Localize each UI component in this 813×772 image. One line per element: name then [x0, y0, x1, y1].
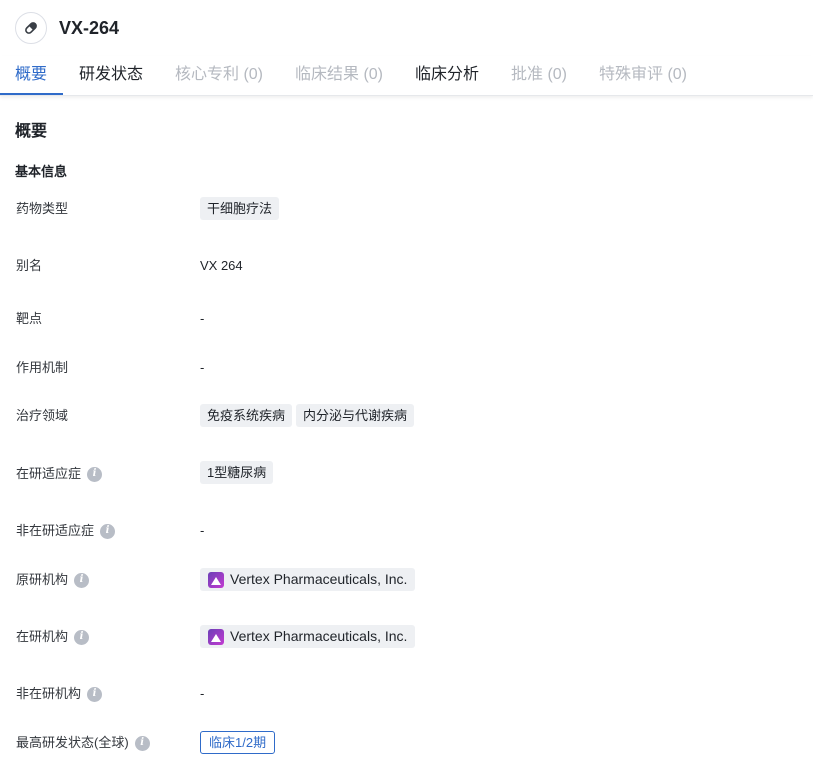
therapeutic-area-value: 免疫系统疾病 内分泌与代谢疾病: [200, 404, 418, 427]
therapeutic-area-label: 治疗领域: [16, 408, 69, 423]
tab-core-patents[interactable]: 核心专利 (0): [175, 65, 263, 85]
alias-value: VX 264: [200, 258, 243, 273]
active-org-value: Vertex Pharmaceuticals, Inc.: [200, 625, 416, 648]
drug-title: VX-264: [59, 18, 120, 38]
drug-header: VX-264: [0, 0, 813, 56]
target-value: -: [200, 311, 205, 326]
therapeutic-area-tag[interactable]: 免疫系统疾病: [200, 404, 293, 427]
tab-special-review[interactable]: 特殊审评 (0): [599, 65, 687, 85]
vertex-logo-icon: [208, 628, 224, 645]
originator-value: Vertex Pharmaceuticals, Inc.: [200, 568, 416, 591]
alias-label: 别名: [16, 258, 43, 273]
mechanism-value: -: [200, 360, 205, 375]
tab-rd-status[interactable]: 研发状态: [79, 65, 143, 85]
tab-clinical-analysis[interactable]: 临床分析: [415, 65, 479, 85]
originator-label: 原研机构 i: [16, 571, 90, 589]
mechanism-label: 作用机制: [16, 360, 69, 375]
highest-phase-value: 临床1/2期: [200, 731, 276, 754]
inactive-indication-label: 非在研适应症 i: [16, 522, 116, 540]
target-label: 靶点: [16, 311, 43, 326]
drug-type-label: 药物类型: [16, 201, 69, 216]
info-icon[interactable]: i: [100, 523, 116, 539]
phase-badge[interactable]: 临床1/2期: [200, 731, 276, 754]
info-icon[interactable]: i: [87, 686, 103, 702]
therapeutic-area-tag[interactable]: 内分泌与代谢疾病: [296, 404, 415, 427]
active-tab-indicator: [0, 93, 63, 95]
info-icon[interactable]: i: [134, 735, 150, 751]
drug-type-value: 干细胞疗法: [200, 197, 283, 220]
basic-info-title: 基本信息: [15, 164, 68, 179]
inactive-org-label: 非在研机构 i: [16, 685, 103, 703]
active-org-label: 在研机构 i: [16, 628, 90, 646]
info-icon[interactable]: i: [87, 466, 103, 482]
tab-approvals[interactable]: 批准 (0): [511, 65, 567, 85]
section-title: 概要: [15, 123, 48, 140]
indication-tag[interactable]: 1型糖尿病: [200, 461, 274, 484]
organization-tag[interactable]: Vertex Pharmaceuticals, Inc.: [200, 625, 416, 648]
tab-overview[interactable]: 概要: [15, 65, 47, 85]
vertex-logo-icon: [208, 571, 224, 588]
tab-clinical-results[interactable]: 临床结果 (0): [295, 65, 383, 85]
organization-tag[interactable]: Vertex Pharmaceuticals, Inc.: [200, 568, 416, 591]
tab-bar: 概要 研发状态 核心专利 (0) 临床结果 (0) 临床分析 批准 (0) 特殊…: [0, 56, 813, 96]
active-indication-value: 1型糖尿病: [200, 461, 277, 484]
active-indication-label: 在研适应症 i: [16, 465, 103, 483]
inactive-org-value: -: [200, 686, 205, 701]
highest-phase-label: 最高研发状态(全球) i: [16, 734, 150, 752]
drug-type-tag[interactable]: 干细胞疗法: [200, 197, 280, 220]
pill-icon: [15, 12, 47, 44]
inactive-indication-value: -: [200, 523, 205, 538]
info-icon[interactable]: i: [74, 629, 90, 645]
info-icon[interactable]: i: [74, 572, 90, 588]
